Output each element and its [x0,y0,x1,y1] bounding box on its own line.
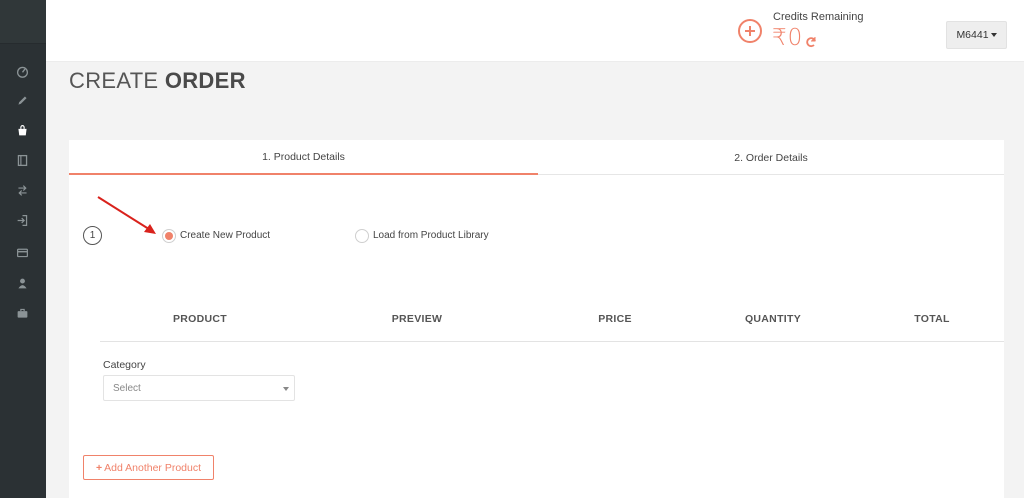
category-select-value: Select [113,382,141,394]
page-title: CREATE ORDER [69,68,246,94]
transfer-icon[interactable] [13,181,31,199]
add-another-product-button[interactable]: + Add Another Product [83,455,214,480]
top-header [46,0,1024,62]
book-icon[interactable] [13,151,31,169]
step-tabs: 1. Product Details 2. Order Details [69,140,1004,175]
column-header-quantity: QUANTITY [744,313,802,325]
tab-order-details[interactable]: 2. Order Details [538,140,1004,175]
category-label: Category [103,359,146,371]
briefcase-icon[interactable] [13,304,31,322]
shopping-bag-icon[interactable] [13,121,31,139]
column-header-product: PRODUCT [172,313,227,325]
sidebar [0,0,46,498]
user-icon[interactable] [13,274,31,292]
page-title-bold: ORDER [164,68,246,93]
sign-in-icon[interactable] [13,211,31,229]
chevron-down-icon [283,387,289,391]
chevron-down-icon [990,33,997,37]
page-title-light: CREATE [69,68,159,93]
user-menu-label: M6441 [956,29,989,41]
table-divider [100,341,1004,342]
annotation-arrow-icon [97,196,156,234]
pencil-icon[interactable] [13,91,31,109]
tab-product-details[interactable]: 1. Product Details [69,140,538,175]
add-credits-icon[interactable] [738,19,762,43]
credits-value: ₹0 [772,25,804,51]
credit-card-icon[interactable] [13,243,31,261]
add-another-product-label: Add Another Product [104,461,202,474]
category-select[interactable]: Select [103,375,295,401]
tab-order-details-label: 2. Order Details [734,151,808,164]
dashboard-icon[interactable] [13,62,31,80]
create-new-product-radio[interactable] [162,229,176,243]
load-from-library-label[interactable]: Load from Product Library [373,230,489,241]
plus-icon: + [95,461,103,474]
sidebar-logo-area [0,0,46,44]
user-menu-button[interactable]: M6441 [946,21,1007,49]
load-from-library-radio[interactable] [355,229,369,243]
column-header-total: TOTAL [914,313,950,325]
column-header-preview: PREVIEW [391,313,443,325]
refresh-icon[interactable] [805,35,817,48]
create-new-product-label[interactable]: Create New Product [180,230,270,241]
column-header-price: PRICE [598,313,632,325]
tab-product-details-label: 1. Product Details [262,150,345,163]
credits-label: Credits Remaining [773,11,864,23]
